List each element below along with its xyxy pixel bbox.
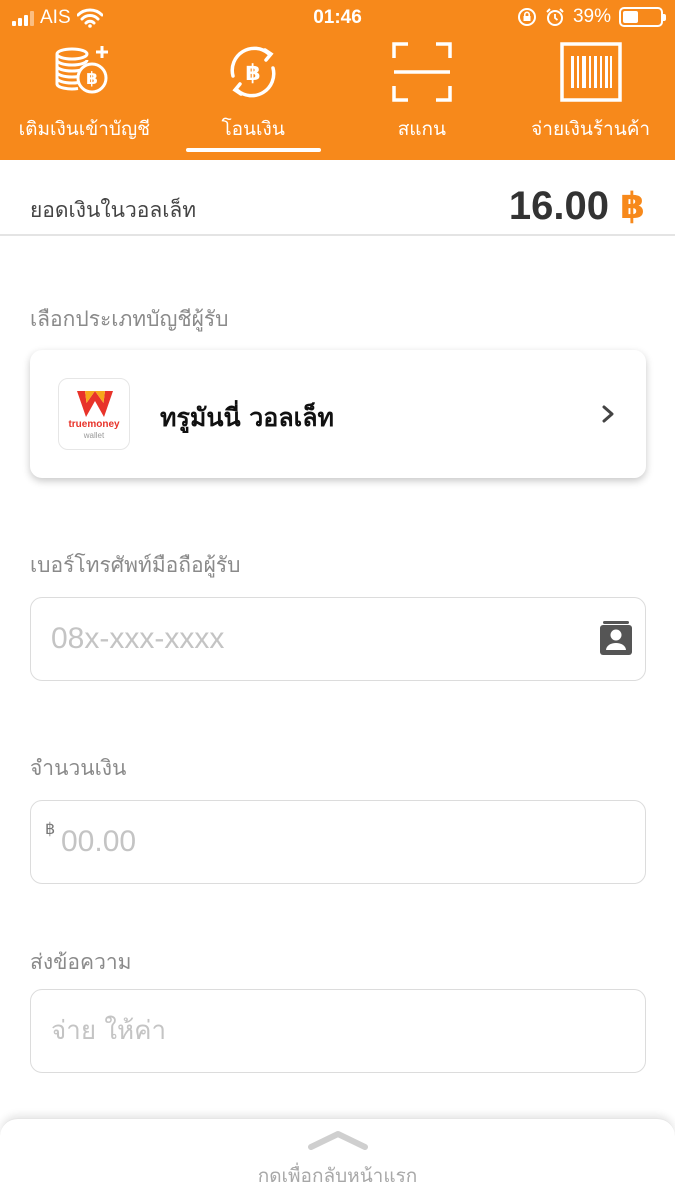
active-tab-indicator xyxy=(186,148,321,152)
logo-subtext: wallet xyxy=(83,431,105,440)
chevron-up-icon xyxy=(308,1131,368,1150)
svg-text:฿: ฿ xyxy=(86,69,98,89)
back-home-sheet[interactable]: กดเพื่อกลับหน้าแรก xyxy=(0,1118,675,1200)
nav-label-transfer: โอนเงิน xyxy=(221,118,285,140)
chevron-right-icon xyxy=(602,405,614,423)
nav-item-scan[interactable]: สแกน xyxy=(338,36,507,160)
message-field xyxy=(30,989,646,1073)
amount-input[interactable] xyxy=(61,801,601,883)
balance-label: ยอดเงินในวอลเล็ท xyxy=(30,198,197,222)
nav-item-transfer[interactable]: ฿ โอนเงิน xyxy=(169,36,338,160)
scan-icon xyxy=(392,42,452,102)
baht-transfer-icon: ฿ xyxy=(230,46,276,98)
phone-label: เบอร์โทรศัพท์มือถือผู้รับ xyxy=(30,553,241,577)
recipient-type-label: เลือกประเภทบัญชีผู้รับ xyxy=(30,307,229,331)
svg-text:฿: ฿ xyxy=(245,61,260,86)
recipient-type-value: ทรูมันนี่ วอลเล็ท xyxy=(160,403,334,432)
message-input[interactable] xyxy=(51,990,591,1072)
alarm-icon xyxy=(546,8,564,26)
balance-value: 16.00 xyxy=(508,184,609,228)
logo-text: truemoney xyxy=(68,419,120,430)
nav-label-pay-merchant: จ่ายเงินร้านค้า xyxy=(531,118,651,140)
contact-book-icon[interactable] xyxy=(597,620,635,658)
wallet-balance: ยอดเงินในวอลเล็ท 16.00 ฿ xyxy=(0,160,675,236)
battery-percent: 39% xyxy=(572,6,611,27)
message-label: ส่งข้อความ xyxy=(30,950,132,974)
baht-prefix-icon: ฿ xyxy=(45,819,56,838)
nav-item-topup[interactable]: ฿ เติมเงินเข้าบัญชี xyxy=(0,36,169,160)
phone-input[interactable] xyxy=(51,598,591,680)
battery-icon xyxy=(619,7,666,27)
app-header: AIS 01:46 39% ฿ เติมเงินเข้าบัญชี ฿ โอนเ… xyxy=(0,0,675,160)
nav-label-topup: เติมเงินเข้าบัญชี xyxy=(18,118,151,140)
rotation-lock-icon xyxy=(517,8,536,26)
coins-plus-icon: ฿ xyxy=(55,46,109,94)
status-right: 39% xyxy=(517,6,666,28)
truemoney-logo: truemoney wallet xyxy=(58,378,130,450)
barcode-icon xyxy=(559,42,622,102)
nav-label-scan: สแกน xyxy=(397,118,447,140)
top-nav: ฿ เติมเงินเข้าบัญชี ฿ โอนเงิน สแกน จ่ายเ… xyxy=(0,36,675,160)
phone-field xyxy=(30,597,646,681)
amount-field: ฿ xyxy=(30,800,646,884)
recipient-type-selector[interactable]: truemoney wallet ทรูมันนี่ วอลเล็ท xyxy=(30,350,646,478)
amount-label: จำนวนเงิน xyxy=(30,756,127,780)
baht-icon: ฿ xyxy=(619,186,645,227)
nav-item-pay-merchant[interactable]: จ่ายเงินร้านค้า xyxy=(506,36,675,160)
back-home-label: กดเพื่อกลับหน้าแรก xyxy=(257,1165,418,1187)
status-bar: AIS 01:46 39% xyxy=(0,0,675,36)
